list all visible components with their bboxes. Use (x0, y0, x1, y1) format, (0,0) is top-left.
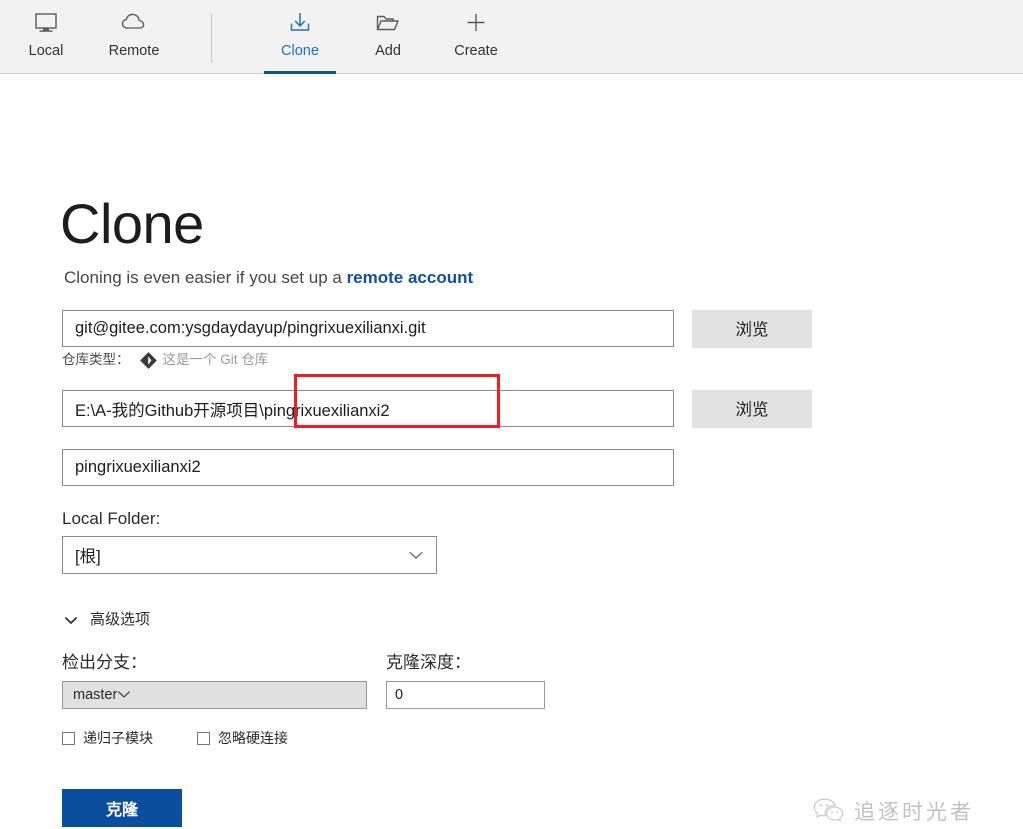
chevron-down-icon (64, 616, 78, 625)
recursive-submodules-checkbox[interactable]: 递归子模块 (62, 729, 153, 747)
wechat-icon (812, 796, 846, 829)
chevron-down-icon (408, 550, 424, 560)
toolbar-item-add-label: Add (375, 43, 401, 59)
checkbox-box (62, 731, 75, 745)
toolbar-item-clone-label: Clone (281, 43, 319, 59)
clone-depth-input[interactable] (386, 681, 545, 709)
repository-type-status: 仓库类型： 这是一个 Git 仓库 (62, 350, 268, 370)
repository-name-input[interactable] (62, 449, 674, 486)
clone-depth-label: 克隆深度： (386, 653, 471, 672)
watermark-text: 追逐时光者 (854, 800, 974, 824)
local-folder-label: Local Folder: (62, 509, 161, 528)
toolbar-item-create[interactable]: Create (430, 6, 522, 68)
repository-type-value: 这是一个 Git 仓库 (162, 352, 269, 367)
local-path-input[interactable] (62, 390, 674, 427)
ignore-hardlinks-checkbox[interactable]: 忽略硬连接 (197, 729, 288, 747)
toolbar-item-clone[interactable]: Clone (254, 6, 346, 74)
toolbar-item-local[interactable]: Local (0, 6, 92, 68)
top-toolbar: Local Remote Clone Add Create (0, 0, 1023, 74)
browse-path-button[interactable]: 浏览 (692, 390, 812, 428)
monitor-icon (32, 6, 60, 40)
cloud-icon (119, 6, 149, 40)
git-icon (139, 351, 157, 369)
folder-icon (373, 6, 403, 40)
toolbar-divider (211, 13, 212, 63)
remote-account-link[interactable]: remote account (347, 268, 474, 287)
browse-url-button[interactable]: 浏览 (692, 310, 812, 348)
active-tab-underline (264, 71, 336, 74)
advanced-options-label: 高级选项 (90, 611, 151, 628)
repository-url-input[interactable] (62, 310, 674, 347)
subtitle-text: Cloning is even easier if you set up a (64, 268, 347, 287)
clone-button[interactable]: 克隆 (62, 789, 182, 827)
toolbar-item-remote-label: Remote (108, 43, 160, 59)
page-subtitle: Cloning is even easier if you set up a r… (64, 266, 473, 290)
toolbar-item-remote[interactable]: Remote (88, 6, 180, 68)
toolbar-item-add[interactable]: Add (342, 6, 434, 68)
repository-type-label: 仓库类型： (62, 352, 130, 367)
checkout-branch-selected-value: master (73, 687, 118, 703)
toolbar-item-local-label: Local (28, 43, 64, 59)
checkout-branch-label: 检出分支： (62, 653, 147, 672)
watermark: 追逐时光者 (812, 796, 974, 829)
checkbox-box (197, 731, 210, 745)
plus-icon (462, 6, 490, 40)
page-title: Clone (60, 192, 204, 255)
ignore-hardlinks-label: 忽略硬连接 (218, 730, 288, 746)
toolbar-item-create-label: Create (454, 43, 498, 59)
local-folder-select[interactable]: [根] (62, 536, 437, 574)
local-folder-selected-value: [根] (75, 548, 101, 566)
checkout-branch-select[interactable]: master (62, 681, 367, 709)
chevron-down-icon (117, 687, 131, 703)
download-icon (286, 6, 314, 40)
recursive-submodules-label: 递归子模块 (83, 730, 153, 746)
advanced-options-toggle[interactable]: 高级选项 (64, 610, 150, 630)
